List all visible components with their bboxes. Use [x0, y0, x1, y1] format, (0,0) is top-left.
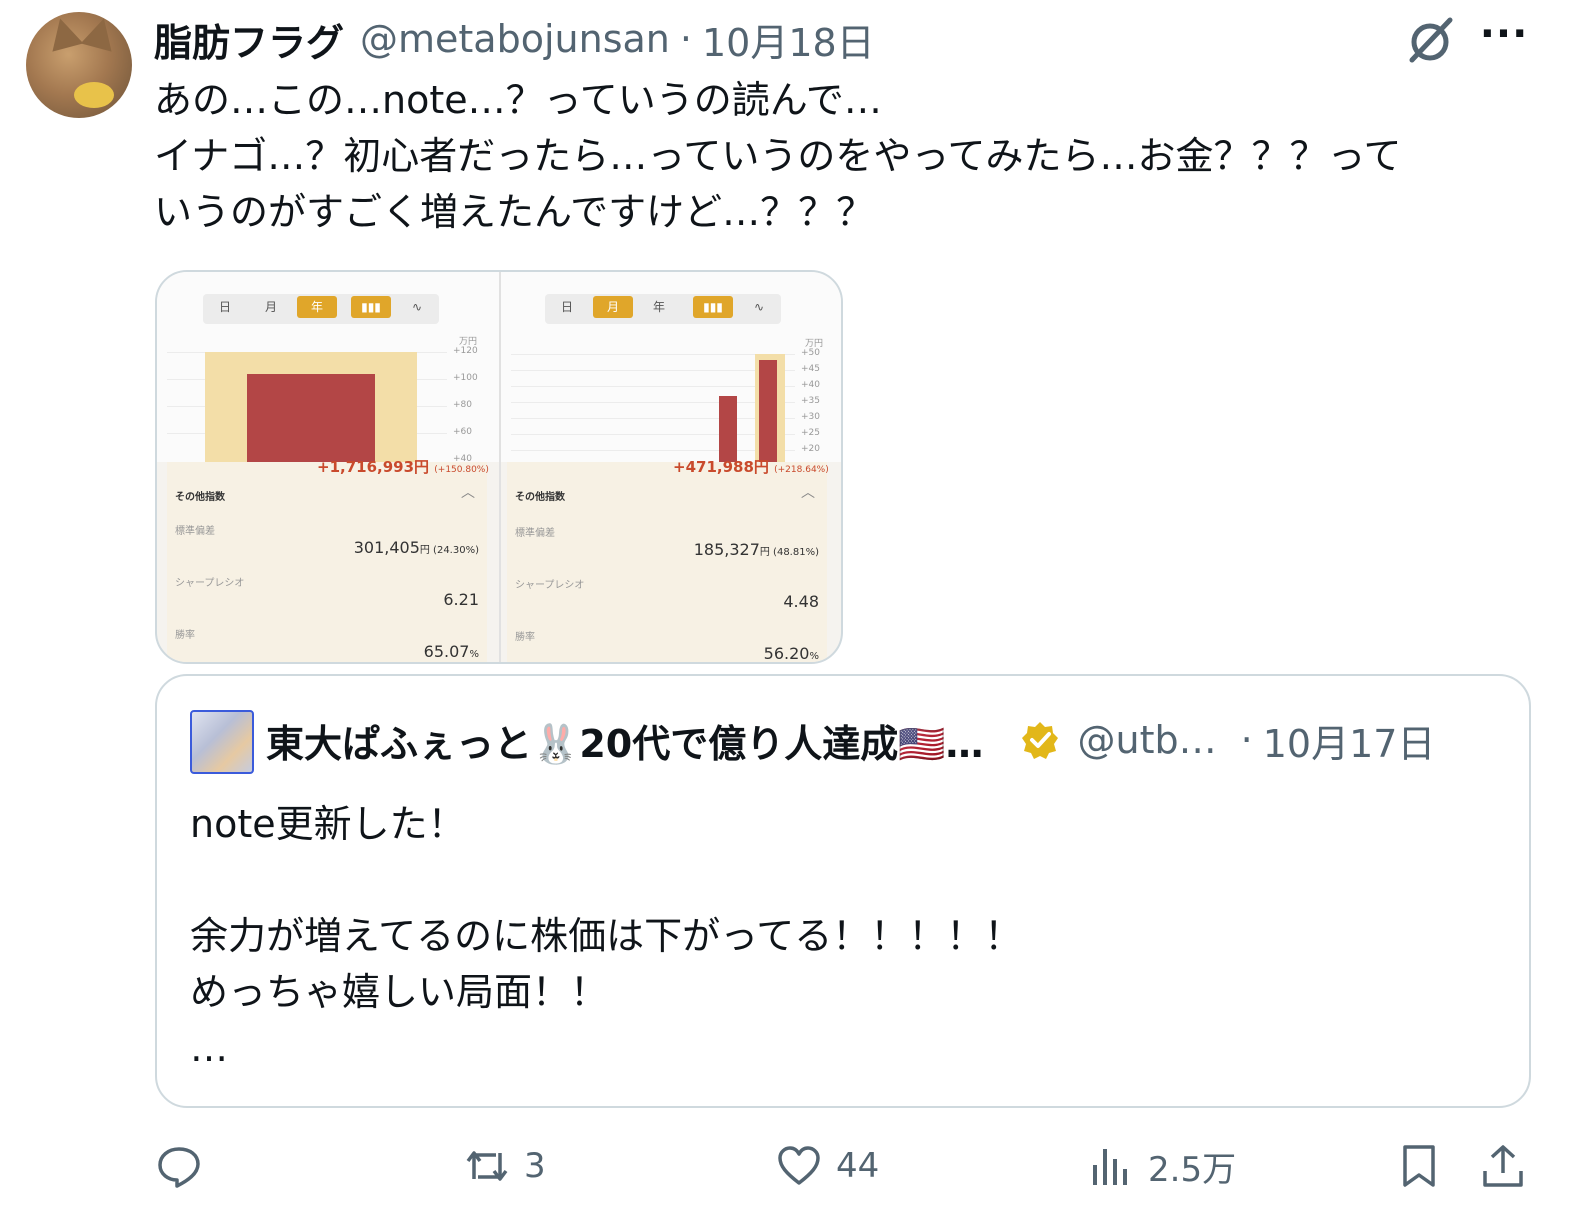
post-text-line: いうのがすごく増えたんですけど…？？？ [154, 190, 875, 234]
media-image-left[interactable]: 日 月 年 ▮▮▮ ∿ 万円 +120 +100 +80 +60 +40 +1,… [157, 272, 499, 662]
bar [247, 374, 375, 462]
tick-label: +40 [801, 380, 820, 390]
stat-value: 301,405円 (24.30%) [353, 538, 479, 557]
chevron-up-icon: ︿ [461, 485, 475, 501]
tick-label: +50 [801, 348, 820, 358]
chart-area: 日 月 年 ▮▮▮ ∿ 万円 +50 +45 +40 +35 +30 +25 +… [501, 272, 841, 462]
bar-chart-icon: ▮▮▮ [693, 296, 733, 318]
tick-label: +20 [801, 444, 820, 454]
quoted-text-line [190, 852, 1022, 908]
tick-label: +30 [801, 412, 820, 422]
author-name[interactable]: 脂肪フラグ [154, 12, 344, 67]
stat-value: 185,327円 (48.81%) [693, 540, 819, 559]
chevron-up-icon: ︿ [801, 485, 815, 501]
quoted-text-line: めっちゃ嬉しい局面！！ [190, 970, 609, 1014]
grok-slash-icon[interactable] [1404, 14, 1456, 66]
repost-icon [466, 1151, 508, 1181]
line-chart-icon: ∿ [753, 300, 765, 314]
like-button[interactable]: 44 [776, 1140, 879, 1192]
verified-badge-icon [1020, 720, 1060, 760]
tab-year: 年 [297, 296, 337, 318]
reply-button[interactable] [156, 1140, 216, 1192]
share-button[interactable] [1480, 1140, 1526, 1192]
delta-value: +1,716,993円 (+150.80%) [317, 458, 489, 476]
tick-label: +25 [801, 428, 820, 438]
post-header: 脂肪フラグ @metabojunsan · 10月18日 [154, 12, 875, 67]
post-text-line: イナゴ…？初心者だったら…っていうのをやってみたら…お金？？？って [154, 134, 1402, 178]
media-image-right[interactable]: 日 月 年 ▮▮▮ ∿ 万円 +50 +45 +40 +35 +30 +25 +… [499, 272, 841, 662]
tick-label: +45 [801, 364, 820, 374]
quoted-author-handle[interactable]: @utb… [1078, 718, 1217, 762]
views-chart-icon [1093, 1149, 1127, 1185]
author-handle[interactable]: @metabojunsan [360, 17, 670, 61]
tick-label: +35 [801, 396, 820, 406]
bookmark-button[interactable] [1396, 1140, 1442, 1192]
post-date[interactable]: 10月18日 [702, 12, 875, 67]
tab-year: 年 [652, 300, 665, 314]
tick-label: +80 [453, 400, 472, 410]
stat-label: 標準偏差 [515, 528, 555, 539]
stat-value: 65.07% [423, 642, 479, 661]
quoted-text-line: note更新した！ [190, 802, 466, 846]
quoted-author-avatar[interactable] [190, 710, 254, 774]
stats-panel: +471,988円 (+218.64%) その他指数 ︿ 標準偏差 185,32… [507, 458, 829, 662]
more-dots-icon[interactable]: ··· [1478, 14, 1530, 66]
bar-chart-icon: ▮▮▮ [351, 296, 391, 318]
views-count: 2.5万 [1148, 1149, 1237, 1190]
post-media[interactable]: 日 月 年 ▮▮▮ ∿ 万円 +120 +100 +80 +60 +40 +1,… [155, 270, 843, 664]
post-text-line: あの…この…note…？っていうの読んで… [154, 78, 882, 122]
chart-area: 日 月 年 ▮▮▮ ∿ 万円 +120 +100 +80 +60 +40 [157, 272, 499, 464]
line-chart-icon: ∿ [411, 300, 423, 314]
stat-label: シャープレシオ [175, 578, 245, 589]
like-count: 44 [836, 1146, 880, 1186]
reply-icon [158, 1147, 200, 1188]
views-button[interactable]: 2.5万 [1088, 1140, 1236, 1192]
stat-value: 56.20% [763, 644, 819, 662]
bookmark-icon [1403, 1145, 1435, 1187]
stat-label: シャープレシオ [515, 580, 585, 591]
tick-label: +100 [453, 373, 478, 383]
quoted-author-name[interactable]: 東大ぱふぇっと🐰20代で億り人達成🇺🇸… [266, 713, 984, 768]
stat-label: 標準偏差 [175, 526, 215, 537]
separator-dot: · [679, 17, 692, 61]
stat-value: 4.48 [783, 592, 819, 611]
bar [719, 396, 737, 462]
delta-value: +471,988円 (+218.64%) [673, 458, 829, 476]
stat-label: 勝率 [515, 632, 535, 643]
quoted-text-line: 余力が増えてるのに株価は下がってる！！！！！ [190, 914, 1023, 958]
post-text: あの…この…note…？っていうの読んで… イナゴ…？初心者だったら…っていうの… [154, 72, 1534, 240]
stat-label: 勝率 [175, 630, 195, 641]
quoted-post-header: 東大ぱふぇっと🐰20代で億り人達成🇺🇸… @utb… · 10月17日 [266, 712, 1435, 768]
section-title: その他指数 [175, 492, 225, 503]
bar [759, 360, 777, 462]
separator-dot: · [1240, 718, 1253, 762]
quoted-post-date[interactable]: 10月17日 [1263, 713, 1436, 768]
heart-icon [778, 1146, 820, 1185]
section-title: その他指数 [515, 492, 565, 503]
tab-month: 月 [264, 300, 277, 314]
share-icon [1483, 1145, 1523, 1187]
stats-panel: +1,716,993円 (+150.80%) その他指数 ︿ 標準偏差 301,… [167, 458, 489, 662]
tab-day: 日 [218, 300, 231, 314]
quoted-text-line: … [190, 1026, 228, 1070]
tab-day: 日 [560, 300, 573, 314]
tab-month: 月 [593, 296, 633, 318]
author-avatar[interactable] [26, 12, 132, 118]
tick-label: +60 [453, 427, 472, 437]
quoted-post-text: note更新した！ 余力が増えてるのに株価は下がってる！！！！！ めっちゃ嬉しい… [190, 796, 1022, 1076]
repost-count: 3 [524, 1146, 546, 1186]
repost-button[interactable]: 3 [464, 1140, 546, 1192]
stat-value: 6.21 [443, 590, 479, 609]
tick-label: +120 [453, 346, 478, 356]
